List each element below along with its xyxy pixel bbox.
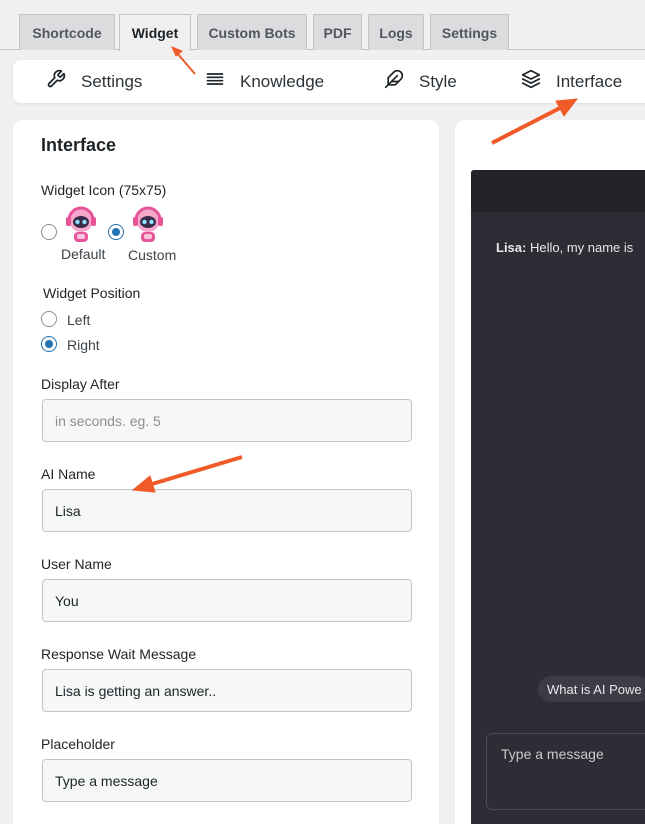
ai-name-input[interactable] bbox=[42, 489, 412, 532]
tab-settings[interactable]: Settings bbox=[430, 14, 509, 50]
tab-widget[interactable]: Widget bbox=[119, 14, 191, 51]
widget-position-right-radio[interactable] bbox=[41, 336, 57, 352]
tab-pdf[interactable]: PDF bbox=[313, 14, 362, 50]
subnav-settings-label: Settings bbox=[81, 71, 143, 91]
robot-icon bbox=[66, 206, 96, 242]
widget-icon-default-label: Default bbox=[61, 246, 106, 262]
placeholder-label: Placeholder bbox=[41, 736, 115, 752]
chat-window-preview: Lisa: Hello, my name is bbox=[471, 170, 645, 824]
widget-icon-custom-label: Custom bbox=[128, 247, 177, 263]
chat-message-input[interactable]: Type a message bbox=[486, 733, 645, 810]
subnav-style-label: Style bbox=[419, 71, 457, 91]
user-name-input[interactable] bbox=[42, 579, 412, 622]
widget-icon-label: Widget Icon (75x75) bbox=[41, 182, 167, 198]
display-after-label: Display After bbox=[41, 376, 120, 392]
interface-settings-panel: Interface Widget Icon (75x75) Default Cu… bbox=[13, 120, 439, 824]
layers-icon bbox=[521, 69, 556, 94]
tab-shortcode[interactable]: Shortcode bbox=[19, 14, 115, 50]
wrench-icon bbox=[46, 69, 81, 94]
subnav-knowledge[interactable]: Knowledge bbox=[205, 60, 324, 103]
widget-icon-custom-radio[interactable] bbox=[108, 224, 124, 240]
response-wait-message-label: Response Wait Message bbox=[41, 646, 197, 662]
sub-navigation: Settings Knowledge Style Interface bbox=[13, 60, 645, 103]
widget-position-left-radio[interactable] bbox=[41, 311, 57, 327]
widget-position-right-label: Right bbox=[67, 337, 100, 353]
chat-ai-message: Lisa: Hello, my name is bbox=[496, 240, 633, 255]
list-icon bbox=[205, 69, 240, 94]
placeholder-input[interactable] bbox=[42, 759, 412, 802]
chat-header bbox=[471, 170, 645, 212]
tab-logs[interactable]: Logs bbox=[368, 14, 424, 50]
subnav-interface-label: Interface bbox=[556, 71, 623, 91]
widget-position-left-label: Left bbox=[67, 312, 91, 328]
top-tab-bar: Shortcode Widget Custom Bots PDF Logs Se… bbox=[0, 0, 645, 51]
chat-ai-name: Lisa: bbox=[496, 240, 527, 255]
chat-ai-text: Hello, my name is bbox=[529, 240, 634, 255]
feather-icon bbox=[384, 69, 419, 94]
panel-title: Interface bbox=[41, 135, 117, 155]
tab-custom-bots[interactable]: Custom Bots bbox=[197, 14, 307, 50]
robot-icon bbox=[133, 206, 163, 242]
suggestion-chip[interactable]: What is AI Powe bbox=[538, 676, 645, 702]
subnav-style[interactable]: Style bbox=[384, 60, 457, 103]
user-name-label: User Name bbox=[41, 556, 112, 572]
response-wait-message-input[interactable] bbox=[42, 669, 412, 712]
ai-name-label: AI Name bbox=[41, 466, 96, 482]
widget-icon-default-radio[interactable] bbox=[41, 224, 57, 240]
widget-position-label: Widget Position bbox=[43, 285, 141, 301]
subnav-interface[interactable]: Interface bbox=[521, 60, 622, 103]
subnav-knowledge-label: Knowledge bbox=[240, 71, 325, 91]
subnav-settings[interactable]: Settings bbox=[46, 60, 142, 103]
display-after-input[interactable] bbox=[42, 399, 412, 442]
